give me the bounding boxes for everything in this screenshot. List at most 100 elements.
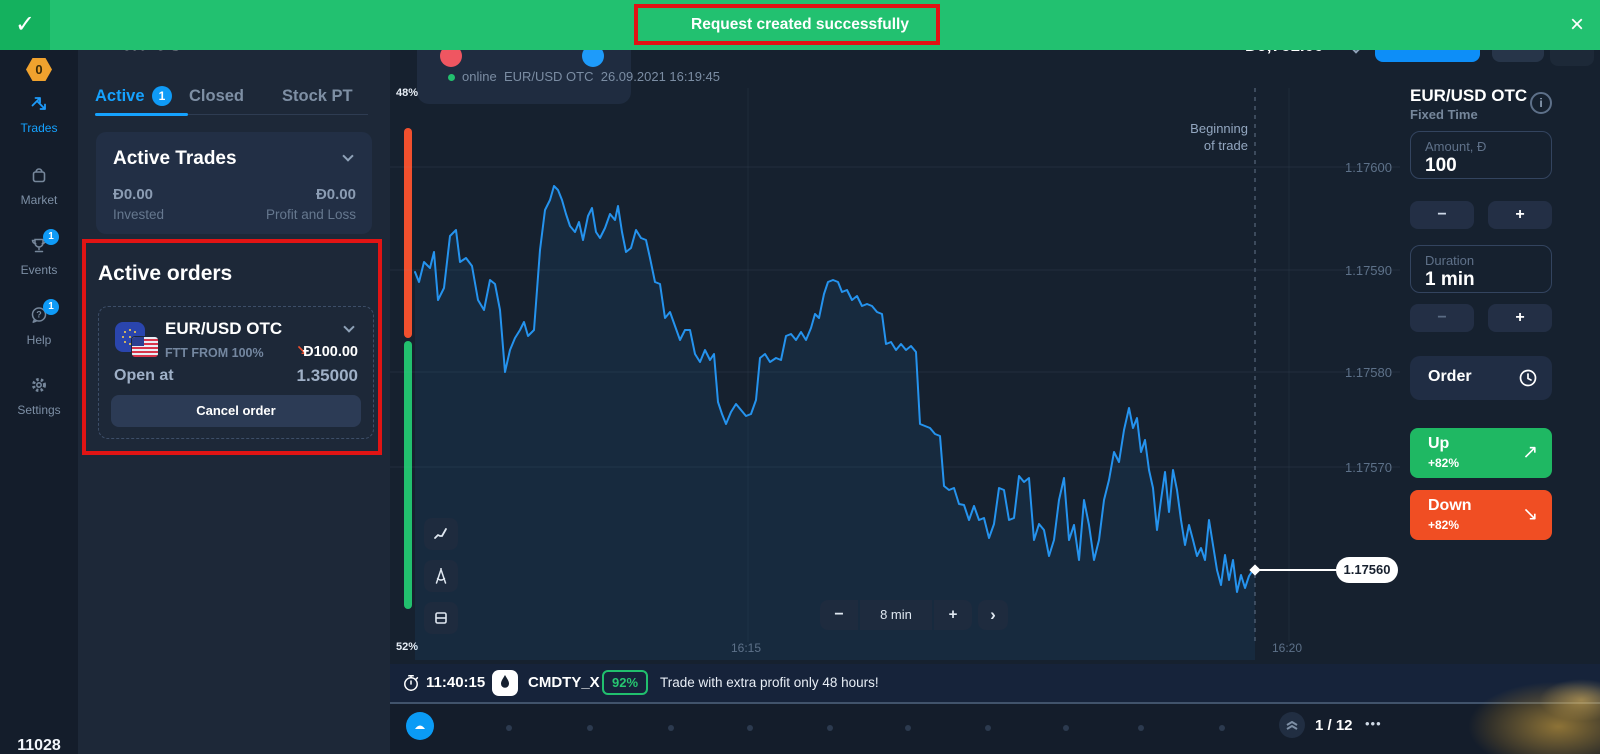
timeline-dot[interactable] xyxy=(905,725,911,731)
market-bag-icon xyxy=(29,165,49,185)
price-label: 1.17600 xyxy=(1345,160,1392,175)
timeline-dot[interactable] xyxy=(827,725,833,731)
time-label: 16:15 xyxy=(731,641,761,655)
timeline-dot[interactable] xyxy=(1138,725,1144,731)
commodity-tile xyxy=(492,670,518,696)
duration-field[interactable]: Duration 1 min xyxy=(1410,245,1552,293)
timeline-dot[interactable] xyxy=(1063,725,1069,731)
timeframe-plus-button[interactable]: + xyxy=(934,600,972,630)
price-chart[interactable] xyxy=(390,80,1400,664)
sidebar-item-market[interactable]: Market xyxy=(0,165,78,207)
compass-icon xyxy=(433,568,449,585)
sidebar-item-settings[interactable]: Settings xyxy=(0,375,78,417)
asset-slider-bar: 1 / 12 ••• xyxy=(390,702,1600,754)
split-rows-icon xyxy=(433,610,449,626)
tab-active-badge: 1 xyxy=(152,86,172,106)
timeline-dot[interactable] xyxy=(747,725,753,731)
sidebar-label-market: Market xyxy=(0,193,78,207)
timeline-dot[interactable] xyxy=(506,725,512,731)
order-panel-type: Fixed Time xyxy=(1410,107,1478,122)
tab-active-underline xyxy=(95,113,188,116)
tab-stock-pt[interactable]: Stock PT xyxy=(282,87,353,106)
slider-handle-icon xyxy=(406,712,434,740)
scroll-right-button[interactable]: › xyxy=(978,600,1008,630)
amount-field[interactable]: Amount, Đ 100 xyxy=(1410,131,1552,179)
order-panel-pair: EUR/USD OTC xyxy=(1410,86,1527,106)
page-indicator: 1 / 12 xyxy=(1315,717,1353,734)
sidebar-label-events: Events xyxy=(0,263,78,277)
clock-icon xyxy=(1518,368,1538,388)
timeline-dot[interactable] xyxy=(1219,725,1225,731)
promo-ticker-bar: 11:40:15 CMDTY_X 92% Trade with extra pr… xyxy=(390,664,1600,702)
svg-text:?: ? xyxy=(36,310,42,320)
chart-area: online EUR/USD OTC 26.09.2021 16:19:45 4… xyxy=(390,50,1600,664)
up-label: Up xyxy=(1428,435,1449,453)
price-label: 1.17590 xyxy=(1345,263,1392,278)
stopwatch-icon xyxy=(402,674,420,692)
sidebar-item-help[interactable]: ? 1 Help xyxy=(0,305,78,347)
tab-closed[interactable]: Closed xyxy=(189,87,244,106)
tab-active[interactable]: Active xyxy=(95,87,145,106)
profit-loss-value: Đ0.00 xyxy=(316,186,356,203)
annotation-box-active-orders xyxy=(82,239,382,455)
trading-app: online EUR/USD OTC 26.09.2021 16:19:45 4… xyxy=(0,0,1600,754)
tabs-divider xyxy=(188,114,368,115)
more-button[interactable]: ••• xyxy=(1365,716,1382,731)
timeframe-value[interactable]: 8 min xyxy=(860,600,932,630)
info-icon[interactable]: i xyxy=(1530,92,1552,114)
up-percent: +82% xyxy=(1428,456,1459,470)
down-button[interactable]: Down +82% ↘ xyxy=(1410,490,1552,540)
invested-value: Đ0.00 xyxy=(113,186,153,203)
timeframe-minus-button[interactable]: − xyxy=(820,600,858,630)
price-area xyxy=(415,186,1255,660)
sidebar-label-help: Help xyxy=(0,333,78,347)
slider-handle[interactable] xyxy=(406,712,434,740)
ticker-symbol[interactable]: CMDTY_X xyxy=(528,674,600,691)
amount-label: Amount, Đ xyxy=(1425,139,1486,154)
chart-type-button[interactable] xyxy=(424,518,458,550)
help-badge: 1 xyxy=(43,299,59,315)
duration-label: Duration xyxy=(1425,253,1474,268)
notification-hex-badge[interactable]: 0 xyxy=(26,58,52,81)
up-button[interactable]: Up +82% ↗ xyxy=(1410,428,1552,478)
amount-plus-button[interactable]: + xyxy=(1488,201,1552,229)
price-label: 1.17570 xyxy=(1345,460,1392,475)
down-label: Down xyxy=(1428,497,1472,515)
timeline-dot[interactable] xyxy=(668,725,674,731)
amount-minus-button[interactable]: − xyxy=(1410,201,1474,229)
timeline-dot[interactable] xyxy=(587,725,593,731)
duration-value: 1 min xyxy=(1425,269,1475,291)
sidebar-item-trades[interactable]: Trades xyxy=(0,93,78,135)
oil-drop-icon xyxy=(492,670,518,696)
line-chart-icon xyxy=(433,526,449,542)
active-trades-card[interactable]: Active Trades Đ0.00 Invested Đ0.00 Profi… xyxy=(96,132,372,234)
layout-button[interactable] xyxy=(424,602,458,634)
layers-icon xyxy=(1279,712,1305,738)
profit-loss-label: Profit and Loss xyxy=(266,207,356,222)
arrow-up-right-icon: ↗ xyxy=(1522,441,1538,464)
check-icon: ✓ xyxy=(0,0,50,50)
chevron-down-icon[interactable] xyxy=(342,150,353,161)
duration-minus-button[interactable]: − xyxy=(1410,304,1474,332)
sidebar: 0 Trades Market 1 Events ? 1 H xyxy=(0,50,78,754)
settings-gear-icon xyxy=(29,375,49,395)
online-count: 11028 xyxy=(0,737,78,754)
close-icon[interactable]: × xyxy=(1570,10,1584,40)
beginning-of-trade-label: Beginning of trade xyxy=(1140,120,1248,154)
active-trades-title: Active Trades xyxy=(113,148,237,170)
duration-plus-button[interactable]: + xyxy=(1488,304,1552,332)
time-label: 16:20 xyxy=(1272,641,1302,655)
timeline-dot[interactable] xyxy=(985,725,991,731)
order-button[interactable]: Order xyxy=(1410,356,1552,400)
events-badge: 1 xyxy=(43,229,59,245)
sidebar-label-trades: Trades xyxy=(0,121,78,135)
sidebar-label-settings: Settings xyxy=(0,403,78,417)
drawing-tools-button[interactable] xyxy=(424,560,458,592)
timeframe-control: − 8 min + xyxy=(820,600,972,630)
layers-button[interactable] xyxy=(1279,712,1305,738)
sidebar-item-events[interactable]: 1 Events xyxy=(0,235,78,277)
trades-icon xyxy=(29,93,49,113)
down-percent: +82% xyxy=(1428,518,1459,532)
ticker-message: Trade with extra profit only 48 hours! xyxy=(660,675,879,690)
price-label: 1.17580 xyxy=(1345,365,1392,380)
